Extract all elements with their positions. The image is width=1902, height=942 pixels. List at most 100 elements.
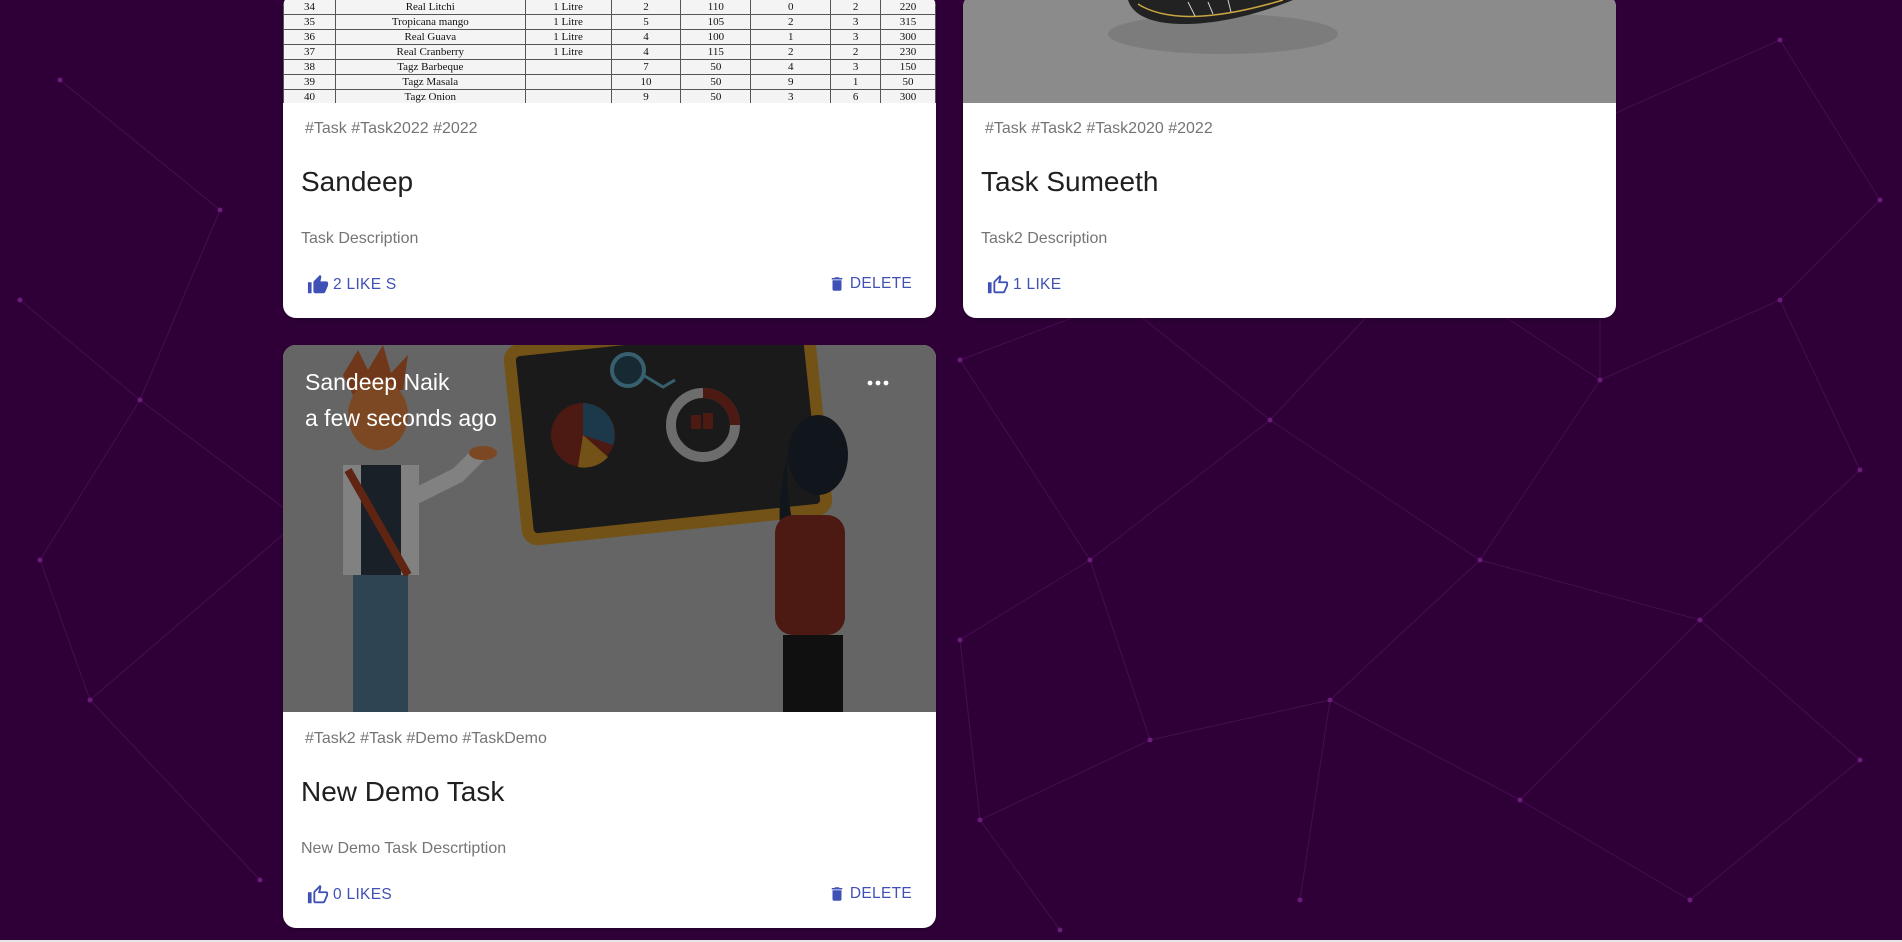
- thumb-up-outline-icon: [307, 884, 329, 904]
- card-description: New Demo Task Descrtiption: [301, 840, 507, 857]
- spreadsheet-cell: 0: [750, 0, 832, 15]
- like-button[interactable]: 1 LIKE: [987, 274, 1061, 296]
- spreadsheet-cell: 2: [750, 14, 832, 30]
- task-card: 34 Real Litchi 1 Litre 2 110 0 2 220 35 Tropicana…: [283, 0, 936, 318]
- spreadsheet-cell: 150: [880, 59, 936, 75]
- spreadsheet-row: 38 Tagz Barbeque 7 50 4 3 150: [283, 59, 936, 75]
- card-author: Sandeep Naik: [305, 369, 450, 395]
- spreadsheet-cell: 1 Litre: [524, 14, 612, 30]
- spreadsheet-cell: [524, 74, 612, 90]
- spreadsheet-cell: [524, 89, 612, 103]
- spreadsheet-cell: 50: [880, 74, 936, 90]
- spreadsheet-cell: 10: [610, 74, 682, 90]
- spreadsheet-cell: 4: [610, 44, 682, 60]
- thumb-up-outline-icon: [987, 274, 1009, 294]
- card-title: Task Sumeeth: [981, 166, 1159, 197]
- spreadsheet-cell: 3: [830, 59, 882, 75]
- spreadsheet-cell: 105: [680, 14, 752, 30]
- spreadsheet-cell: 9: [750, 74, 832, 90]
- spreadsheet-cell: 5: [610, 14, 682, 30]
- spreadsheet-cell: 1 Litre: [524, 0, 612, 15]
- spreadsheet-cell: 50: [680, 74, 752, 90]
- thumb-up-icon: [307, 274, 329, 294]
- spreadsheet-cell: 1 Litre: [524, 44, 612, 60]
- spreadsheet-cell: 3: [750, 89, 832, 103]
- card-image-presentation: Sandeep Naik a few seconds ago: [283, 345, 936, 712]
- delete-button[interactable]: DELETE: [828, 274, 912, 294]
- card-image-shoe: [963, 0, 1616, 103]
- spreadsheet-cell: 40: [283, 89, 336, 103]
- spreadsheet-cell: Tagz Onion: [334, 89, 526, 103]
- card-tags: #Task #Task2022 #2022: [305, 120, 478, 137]
- spreadsheet-cell: 2: [830, 0, 882, 15]
- spreadsheet-cell: Tropicana mango: [334, 14, 526, 30]
- task-card: #Task #Task2 #Task2020 #2022 Task Sumeet…: [963, 0, 1616, 318]
- spreadsheet-cell: 1: [830, 74, 882, 90]
- like-count-label: 2 LIKE S: [333, 276, 397, 293]
- card-tags: #Task2 #Task #Demo #TaskDemo: [305, 730, 547, 747]
- spreadsheet-cell: 300: [880, 29, 936, 45]
- spreadsheet-row: 36 Real Guava 1 Litre 4 100 1 3 300: [283, 29, 936, 45]
- spreadsheet-cell: Real Guava: [334, 29, 526, 45]
- spreadsheet-cell: Tagz Masala: [334, 74, 526, 90]
- spreadsheet-cell: 3: [830, 29, 882, 45]
- spreadsheet-cell: 100: [680, 29, 752, 45]
- card-tags: #Task #Task2 #Task2020 #2022: [985, 120, 1213, 137]
- image-overlay: [283, 345, 936, 712]
- spreadsheet-cell: 4: [610, 29, 682, 45]
- spreadsheet-cell: [524, 59, 612, 75]
- delete-label: DELETE: [849, 275, 912, 292]
- spreadsheet-cell: 4: [750, 59, 832, 75]
- more-horiz-icon: [867, 380, 889, 386]
- card-timestamp: a few seconds ago: [305, 405, 497, 431]
- spreadsheet-image: 34 Real Litchi 1 Litre 2 110 0 2 220 35 Tropicana…: [283, 0, 936, 103]
- spreadsheet-cell: 1: [750, 29, 832, 45]
- spreadsheet-cell: 38: [283, 59, 336, 75]
- spreadsheet-row: 39 Tagz Masala 10 50 9 1 50: [283, 74, 936, 90]
- card-image-spreadsheet: 34 Real Litchi 1 Litre 2 110 0 2 220 35 Tropicana…: [283, 0, 936, 103]
- spreadsheet-cell: 230: [880, 44, 936, 60]
- spreadsheet-cell: Real Cranberry: [334, 44, 526, 60]
- spreadsheet-cell: 2: [610, 0, 682, 15]
- delete-button[interactable]: DELETE: [828, 884, 912, 904]
- shoe-photo: [963, 0, 1616, 103]
- like-button[interactable]: 2 LIKE S: [307, 274, 397, 296]
- spreadsheet-cell: 1 Litre: [524, 29, 612, 45]
- card-description: Task2 Description: [981, 230, 1108, 247]
- spreadsheet-cell: 110: [680, 0, 752, 15]
- spreadsheet-cell: 36: [283, 29, 336, 45]
- spreadsheet-cell: 34: [283, 0, 336, 15]
- spreadsheet-cell: 50: [680, 59, 752, 75]
- spreadsheet-cell: 220: [880, 0, 936, 15]
- spreadsheet-cell: Tagz Barbeque: [334, 59, 526, 75]
- spreadsheet-cell: 315: [880, 14, 936, 30]
- spreadsheet-row: 40 Tagz Onion 9 50 3 6 300: [283, 89, 936, 103]
- spreadsheet-cell: 50: [680, 89, 752, 103]
- spreadsheet-cell: 6: [830, 89, 882, 103]
- spreadsheet-row: 37 Real Cranberry 1 Litre 4 115 2 2 230: [283, 44, 936, 60]
- spreadsheet-cell: Real Litchi: [334, 0, 526, 15]
- spreadsheet-cell: 3: [830, 14, 882, 30]
- card-title: New Demo Task: [301, 776, 505, 807]
- spreadsheet-cell: 7: [610, 59, 682, 75]
- spreadsheet-cell: 2: [750, 44, 832, 60]
- like-count-label: 0 LIKES: [333, 886, 392, 903]
- spreadsheet-cell: 115: [680, 44, 752, 60]
- spreadsheet-cell: 39: [283, 74, 336, 90]
- spreadsheet-cell: 35: [283, 14, 336, 30]
- spreadsheet-row: 34 Real Litchi 1 Litre 2 110 0 2 220: [283, 0, 936, 15]
- trash-icon: [831, 277, 843, 291]
- spreadsheet-cell: 300: [880, 89, 936, 103]
- card-description: Task Description: [301, 230, 419, 247]
- more-options-button[interactable]: [866, 375, 890, 391]
- delete-label: DELETE: [849, 885, 912, 902]
- like-count-label: 1 LIKE: [1013, 276, 1062, 293]
- spreadsheet-row: 35 Tropicana mango 1 Litre 5 105 2 3 315: [283, 14, 936, 30]
- trash-icon: [831, 887, 843, 901]
- spreadsheet-cell: 2: [830, 44, 882, 60]
- spreadsheet-cell: 9: [610, 89, 682, 103]
- spreadsheet-cell: 37: [283, 44, 336, 60]
- task-card: Sandeep Naik a few seconds ago #Task2 #T…: [283, 345, 936, 928]
- card-title: Sandeep: [301, 166, 414, 197]
- like-button[interactable]: 0 LIKES: [307, 884, 392, 906]
